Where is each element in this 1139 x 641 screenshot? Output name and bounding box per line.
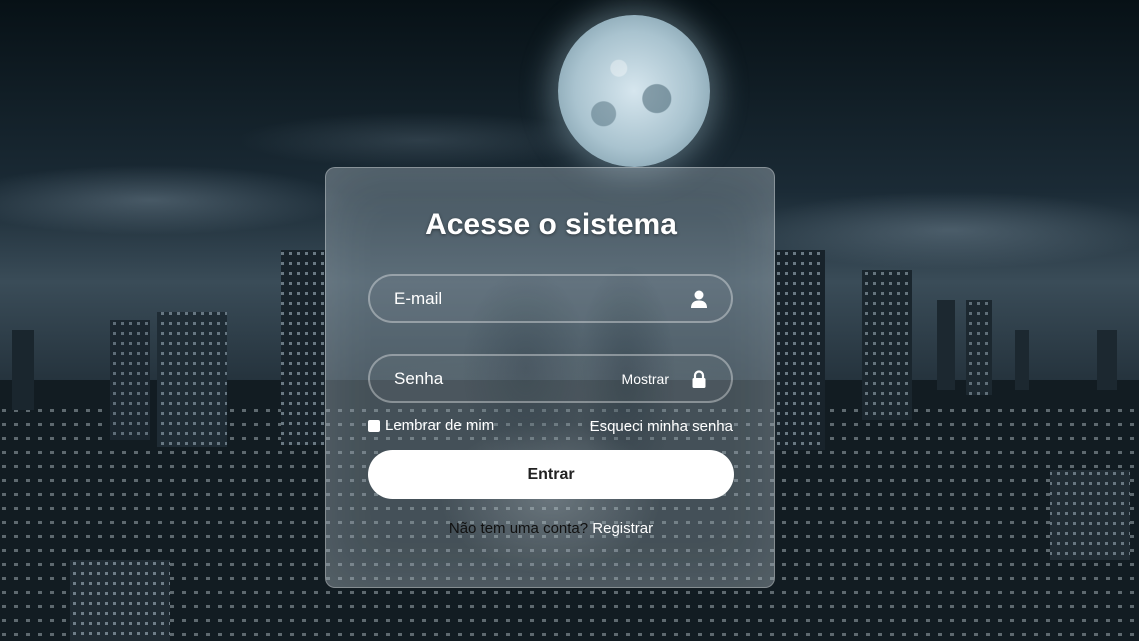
register-link[interactable]: Registrar <box>592 520 653 537</box>
lock-icon <box>692 370 706 388</box>
password-input[interactable] <box>394 356 614 401</box>
remember-me-checkbox[interactable] <box>368 419 380 432</box>
page-title: Acesse o sistema <box>425 208 677 241</box>
forgot-password-link[interactable]: Esqueci minha senha <box>590 418 733 435</box>
user-icon <box>691 290 707 308</box>
show-password-toggle[interactable]: Mostrar <box>622 371 669 387</box>
login-button[interactable]: Entrar <box>368 450 734 499</box>
remember-me-label: Lembrar de mim <box>385 417 495 434</box>
remember-me[interactable]: Lembrar de mim <box>368 417 494 434</box>
email-field[interactable] <box>368 274 733 323</box>
register-prompt-text: Não tem uma conta? <box>448 520 589 537</box>
password-field[interactable]: Mostrar <box>368 354 733 403</box>
register-prompt: Não tem uma conta? Registrar <box>326 520 776 537</box>
login-panel: Acesse o sistema Mostrar Lembrar de mim … <box>325 167 775 588</box>
email-input[interactable] <box>394 276 614 321</box>
